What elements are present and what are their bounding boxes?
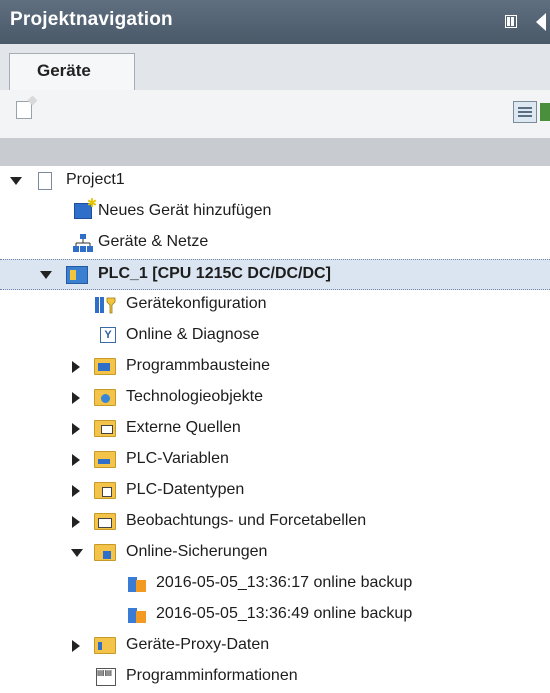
program-info-icon: ▤▤ bbox=[96, 668, 116, 686]
tree-item-device-proxy-data[interactable]: Geräte-Proxy-Daten bbox=[0, 631, 550, 662]
tree-item-plc-datatypes[interactable]: PLC-Datentypen bbox=[0, 476, 550, 507]
tree-item-label: Neues Gerät hinzufügen bbox=[98, 202, 272, 219]
tree-item-external-sources[interactable]: Externe Quellen bbox=[0, 414, 550, 445]
tree-item-label: Project1 bbox=[66, 171, 125, 188]
external-sources-folder-icon bbox=[94, 420, 116, 437]
tab-geraete-label: Geräte bbox=[37, 61, 91, 80]
tree-item-program-blocks[interactable]: Programmbausteine bbox=[0, 352, 550, 383]
project-icon bbox=[38, 172, 52, 190]
online-diagnostics-icon: Y bbox=[100, 327, 116, 343]
add-device-icon bbox=[74, 196, 97, 219]
expand-down-icon[interactable] bbox=[71, 549, 83, 557]
tree-item-label: PLC-Variablen bbox=[126, 450, 229, 467]
tree-item-online-diagnostics[interactable]: Y Online & Diagnose bbox=[0, 321, 550, 352]
expand-down-icon[interactable] bbox=[40, 271, 52, 279]
backup-icon bbox=[128, 608, 146, 623]
tree-item-label: Programminformationen bbox=[126, 667, 298, 684]
tree-toolbar bbox=[0, 90, 550, 138]
expand-right-icon[interactable] bbox=[72, 361, 80, 373]
expand-right-icon[interactable] bbox=[72, 423, 80, 435]
overview-icon[interactable] bbox=[540, 103, 550, 121]
expand-right-icon[interactable] bbox=[72, 454, 80, 466]
expand-right-icon[interactable] bbox=[72, 516, 80, 528]
panel-title-bar: Projektnavigation bbox=[0, 0, 550, 44]
expand-right-icon[interactable] bbox=[72, 640, 80, 652]
collapse-panel-icon[interactable] bbox=[536, 13, 546, 31]
pin-panel-icon[interactable] bbox=[505, 15, 517, 28]
tree-item-project1[interactable]: Project1 bbox=[0, 166, 550, 197]
tree-item-technology-objects[interactable]: Technologieobjekte bbox=[0, 383, 550, 414]
tree-item-backup-1[interactable]: 2016-05-05_13:36:17 online backup bbox=[0, 569, 550, 600]
add-new-device-icon[interactable] bbox=[16, 101, 32, 119]
tree-item-add-device[interactable]: Neues Gerät hinzufügen bbox=[0, 196, 550, 228]
tree-item-devices-networks[interactable]: Geräte & Netze bbox=[0, 228, 550, 259]
tree-item-label: Gerätekonfiguration bbox=[126, 295, 267, 312]
tree-item-device-config[interactable]: Gerätekonfiguration bbox=[0, 290, 550, 321]
tab-geraete[interactable]: Geräte bbox=[9, 53, 135, 90]
program-blocks-folder-icon bbox=[94, 358, 116, 375]
device-config-icon bbox=[95, 297, 116, 314]
watch-force-tables-folder-icon bbox=[94, 513, 116, 530]
tree-item-plc-tags[interactable]: PLC-Variablen bbox=[0, 445, 550, 476]
tree-item-watch-force-tables[interactable]: Beobachtungs- und Forcetabellen bbox=[0, 507, 550, 538]
tree-item-backup-2[interactable]: 2016-05-05_13:36:49 online backup bbox=[0, 600, 550, 631]
tree-item-label: Online & Diagnose bbox=[126, 326, 260, 343]
plc-icon bbox=[66, 266, 88, 284]
tree-item-label: Online-Sicherungen bbox=[126, 543, 268, 560]
tree-item-label: Programmbausteine bbox=[126, 357, 271, 374]
tree-item-label: Geräte & Netze bbox=[98, 233, 209, 250]
technology-objects-folder-icon bbox=[94, 389, 116, 406]
expand-right-icon[interactable] bbox=[72, 392, 80, 404]
tab-strip: Geräte bbox=[0, 44, 550, 91]
tree-item-label: 2016-05-05_13:36:17 online backup bbox=[156, 574, 413, 591]
tree-item-label: 2016-05-05_13:36:49 online backup bbox=[156, 605, 413, 622]
panel-title: Projektnavigation bbox=[10, 9, 173, 30]
network-icon bbox=[73, 234, 93, 252]
plc-tags-folder-icon bbox=[94, 451, 116, 468]
tree-item-plc1[interactable]: PLC_1 [CPU 1215C DC/DC/DC] bbox=[0, 259, 550, 290]
tree-item-label: Technologieobjekte bbox=[126, 388, 263, 405]
tree-item-label: Beobachtungs- und Forcetabellen bbox=[126, 512, 367, 529]
expand-down-icon[interactable] bbox=[10, 177, 22, 185]
backup-icon bbox=[128, 577, 146, 592]
plc-datatypes-folder-icon bbox=[94, 482, 116, 499]
tree-item-label: Geräte-Proxy-Daten bbox=[126, 636, 270, 653]
tree-item-online-backups[interactable]: Online-Sicherungen bbox=[0, 538, 550, 569]
tree-item-program-info[interactable]: ▤▤ Programminformationen bbox=[0, 662, 550, 693]
tree-item-label: Externe Quellen bbox=[126, 419, 241, 436]
expand-right-icon[interactable] bbox=[72, 485, 80, 497]
tree-header-band bbox=[0, 138, 550, 166]
online-backups-folder-icon bbox=[94, 544, 116, 561]
device-proxy-folder-icon bbox=[94, 637, 116, 654]
detail-view-icon[interactable] bbox=[513, 101, 537, 123]
tree-item-label: PLC-Datentypen bbox=[126, 481, 245, 498]
tree-item-label: PLC_1 [CPU 1215C DC/DC/DC] bbox=[98, 265, 331, 282]
